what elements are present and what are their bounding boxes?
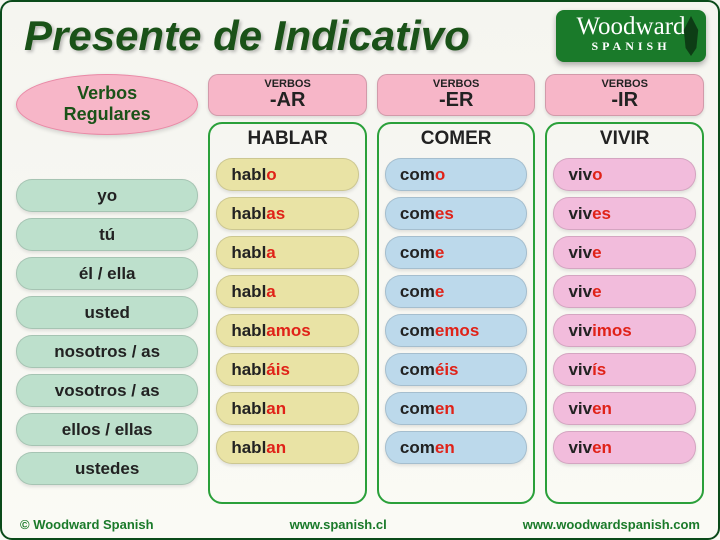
conjugation-cell: coméis — [385, 353, 528, 386]
conjugation-cell: come — [385, 275, 528, 308]
verb-column-ar: VERBOS-AR HABLAR hablo hablas habla habla habl… — [208, 74, 367, 504]
pronoun-list: yo tú él / ella usted nosotros / as vosotros … — [16, 179, 198, 504]
conjugation-grid: Verbos Regulares yo tú él / ella usted nosot… — [16, 74, 704, 504]
conjugation-cell: comen — [385, 392, 528, 425]
conjugation-cell: vives — [553, 197, 696, 230]
conjugation-cell: viven — [553, 392, 696, 425]
footer: © Woodward Spanish www.spanish.cl www.wo… — [20, 517, 700, 532]
conjugation-cell: hablan — [216, 431, 359, 464]
logo-main-text: Woodward — [556, 14, 706, 39]
footer-url-1: www.spanish.cl — [290, 517, 387, 532]
pronoun-column: Verbos Regulares yo tú él / ella usted nosot… — [16, 74, 198, 504]
conjugation-cell: comemos — [385, 314, 528, 347]
conjugation-cell: como — [385, 158, 528, 191]
conjugation-cell: comes — [385, 197, 528, 230]
conjugation-cell: vive — [553, 236, 696, 269]
pronoun-pill: ustedes — [16, 452, 198, 485]
infinitive-ir: VIVIR — [553, 128, 696, 150]
conjugation-cell: viven — [553, 431, 696, 464]
pronoun-pill: usted — [16, 296, 198, 329]
conjugation-cell: come — [385, 236, 528, 269]
verb-box-ir: VIVIR vivo vives vive vive vivimos vivís viven v… — [545, 122, 704, 504]
pronoun-pill: tú — [16, 218, 198, 251]
conjugation-cell: hablan — [216, 392, 359, 425]
conjugation-cell: habláis — [216, 353, 359, 386]
regular-verbs-badge: Verbos Regulares — [16, 74, 198, 135]
verb-column-er: VERBOS-ER COMER como comes come come comemos co… — [377, 74, 536, 504]
conjugation-cell: hablas — [216, 197, 359, 230]
conjugation-cell: habla — [216, 236, 359, 269]
conjugation-cell: hablo — [216, 158, 359, 191]
conjugation-cell: vivimos — [553, 314, 696, 347]
footer-url-2: www.woodwardspanish.com — [523, 517, 700, 532]
page-title: Presente de Indicativo — [24, 12, 470, 60]
conjugation-cell: habla — [216, 275, 359, 308]
verb-type-header-ir: VERBOS-IR — [545, 74, 704, 116]
pronoun-pill: vosotros / as — [16, 374, 198, 407]
verb-type-header-ar: VERBOS-AR — [208, 74, 367, 116]
brand-logo: Woodward SPANISH — [556, 10, 706, 62]
infinitive-er: COMER — [385, 128, 528, 150]
conjugation-cell: comen — [385, 431, 528, 464]
verb-box-ar: HABLAR hablo hablas habla habla hablamos hablá… — [208, 122, 367, 504]
verb-box-er: COMER como comes come come comemos coméis comen… — [377, 122, 536, 504]
pronoun-pill: ellos / ellas — [16, 413, 198, 446]
verb-type-header-er: VERBOS-ER — [377, 74, 536, 116]
conjugation-cell: vivo — [553, 158, 696, 191]
conjugation-cell: vive — [553, 275, 696, 308]
verb-column-ir: VERBOS-IR VIVIR vivo vives vive vive vivimos vi… — [545, 74, 704, 504]
pronoun-pill: nosotros / as — [16, 335, 198, 368]
pronoun-pill: él / ella — [16, 257, 198, 290]
badge-line2: Regulares — [64, 104, 151, 124]
conjugation-cell: vivís — [553, 353, 696, 386]
infinitive-ar: HABLAR — [216, 128, 359, 150]
conjugation-cell: hablamos — [216, 314, 359, 347]
copyright-text: © Woodward Spanish — [20, 517, 154, 532]
badge-line1: Verbos — [77, 83, 137, 103]
pronoun-pill: yo — [16, 179, 198, 212]
logo-sub-text: SPANISH — [556, 39, 706, 54]
